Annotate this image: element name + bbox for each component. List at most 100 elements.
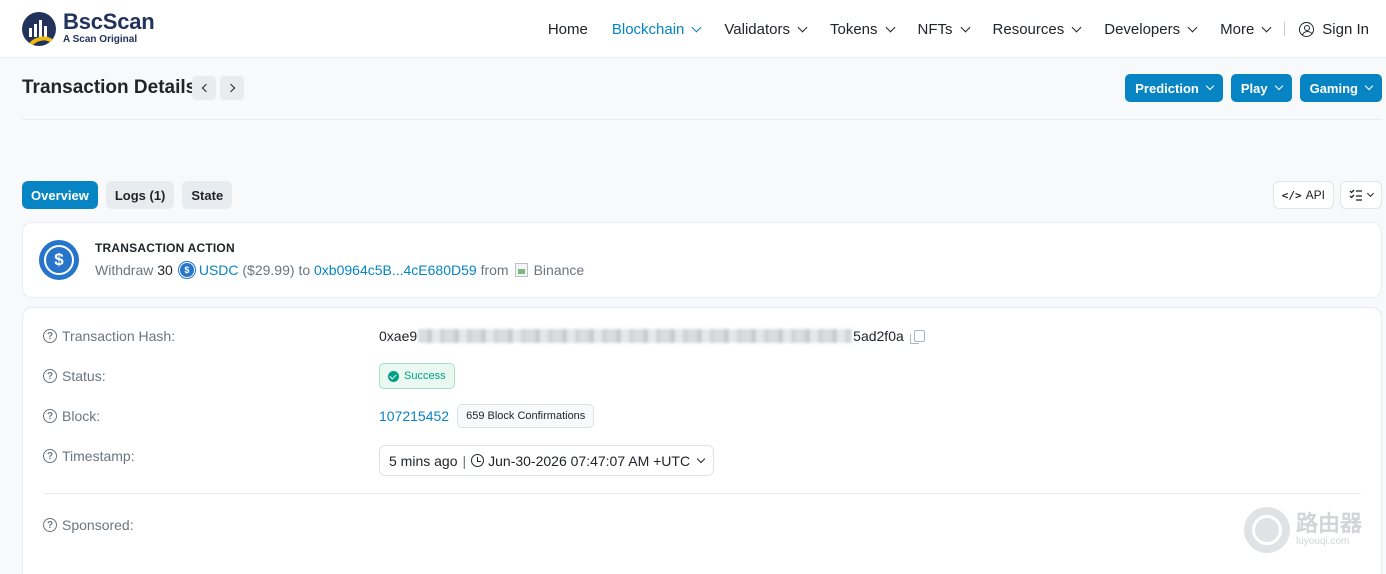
- chevron-down-icon: [1187, 22, 1198, 32]
- play-label: Play: [1240, 80, 1268, 96]
- question-circle-icon: ?: [43, 518, 57, 532]
- view-options-button[interactable]: [1340, 181, 1382, 209]
- action-usd-value: ($29.99): [242, 262, 295, 278]
- next-transaction-button[interactable]: [220, 76, 244, 100]
- timestamp-separator: |: [462, 452, 467, 469]
- hash-prefix: 0xae9: [379, 328, 418, 344]
- clock-icon: [471, 454, 485, 467]
- timestamp-relative: 5 mins ago: [389, 452, 458, 469]
- nav-home-label: Home: [547, 20, 588, 38]
- token-link[interactable]: USDC: [199, 262, 239, 278]
- usdc-small-icon: $: [178, 262, 195, 278]
- nav-more[interactable]: More: [1220, 20, 1272, 38]
- gaming-button[interactable]: Gaming: [1299, 74, 1382, 102]
- timestamp-value: 5 mins ago | Jun-30-2026 07:47:07 AM +UT…: [379, 445, 715, 476]
- transaction-action-summary: Withdraw 30 $ USDC ($29.99) to 0xb0964c5…: [95, 262, 584, 278]
- code-icon: </>: [1281, 188, 1302, 202]
- nav-blockchain[interactable]: Blockchain: [611, 20, 702, 38]
- chevron-left-icon: [201, 83, 210, 93]
- sign-in-link[interactable]: Sign In: [1299, 21, 1369, 38]
- page-title: Transaction Details: [22, 77, 197, 98]
- tab-state[interactable]: State: [182, 181, 233, 209]
- timestamp-label: Timestamp:: [62, 448, 135, 464]
- bscscan-logo[interactable]: BscScan A Scan Original: [22, 11, 155, 46]
- nav-resources-label: Resources: [992, 20, 1065, 38]
- api-button[interactable]: </> API: [1272, 181, 1334, 209]
- nav-developers-label: Developers: [1104, 20, 1181, 38]
- tab-logs[interactable]: Logs (1): [105, 181, 175, 209]
- action-verb: Withdraw: [95, 262, 154, 278]
- prediction-button[interactable]: Prediction: [1125, 74, 1223, 102]
- details-divider: [43, 493, 1361, 494]
- to-address-link[interactable]: 0xb0964c5B...4cE680D59: [314, 262, 477, 278]
- main-nav: Home Blockchain Validators Tokens NFTs R…: [524, 0, 1369, 58]
- chevron-down-icon: [960, 22, 970, 32]
- play-button[interactable]: Play: [1230, 74, 1292, 102]
- nav-developers[interactable]: Developers: [1104, 20, 1198, 38]
- action-amount: 30: [157, 262, 173, 278]
- copy-icon[interactable]: [909, 330, 925, 344]
- chevron-down-icon: [1071, 22, 1082, 32]
- timestamp-toggle[interactable]: 5 mins ago | Jun-30-2026 07:47:07 AM +UT…: [379, 445, 715, 476]
- block-number-link[interactable]: 107215452: [379, 408, 449, 424]
- hash-redacted: [418, 329, 853, 343]
- nav-tokens-label: Tokens: [830, 20, 878, 38]
- usdc-token-icon: $: [39, 240, 79, 280]
- status-text: Success: [404, 370, 446, 382]
- chevron-right-icon: [226, 83, 235, 93]
- action-from-word: from: [480, 262, 509, 278]
- status-label: Status:: [62, 368, 106, 384]
- nav-validators-label: Validators: [724, 20, 790, 38]
- title-divider: [22, 119, 1382, 120]
- block-confirmations-badge: 659 Block Confirmations: [457, 404, 595, 428]
- tab-overview[interactable]: Overview: [22, 181, 98, 209]
- chevron-down-icon: [1274, 81, 1283, 91]
- transaction-action-card: $ TRANSACTION ACTION Withdraw 30 $ USDC …: [22, 222, 1382, 298]
- promo-buttons: Prediction Play Gaming: [1125, 74, 1382, 102]
- router-logo-icon: [1244, 507, 1290, 553]
- nav-tokens[interactable]: Tokens: [830, 20, 895, 38]
- top-navbar: BscScan A Scan Original Home Blockchain …: [0, 0, 1386, 58]
- nav-nfts[interactable]: NFTs: [917, 20, 970, 38]
- nav-resources[interactable]: Resources: [992, 20, 1082, 38]
- watermark-url: luyouqi.com: [1296, 536, 1350, 547]
- nav-divider: [1284, 22, 1286, 36]
- watermark-text: 路由器: [1296, 511, 1363, 536]
- nav-more-label: More: [1220, 20, 1255, 38]
- chevron-down-icon: [1261, 22, 1272, 32]
- nav-nfts-label: NFTs: [917, 20, 953, 38]
- sign-in-label: Sign In: [1322, 20, 1369, 38]
- status-badge: Success: [379, 363, 455, 389]
- hash-row-label: ? Transaction Hash:: [43, 328, 175, 344]
- checklist-icon: [1349, 189, 1362, 201]
- gaming-label: Gaming: [1309, 80, 1358, 96]
- block-value: 107215452 659 Block Confirmations: [379, 404, 595, 428]
- previous-transaction-button[interactable]: [192, 76, 216, 100]
- chevron-down-icon: [696, 454, 706, 463]
- action-to-word: to: [298, 262, 311, 278]
- prediction-label: Prediction: [1135, 80, 1199, 96]
- sponsored-row-label: ? Sponsored:: [43, 517, 134, 533]
- site-watermark: 路由器 luyouqi.com: [1244, 507, 1362, 553]
- status-row-label: ? Status:: [43, 368, 106, 384]
- transaction-pager: [192, 76, 244, 100]
- nav-validators[interactable]: Validators: [724, 20, 808, 38]
- brand-tagline: A Scan Original: [63, 34, 138, 45]
- nav-blockchain-label: Blockchain: [611, 20, 685, 38]
- chevron-down-icon: [1205, 81, 1215, 91]
- chevron-down-icon: [1364, 81, 1374, 91]
- block-label: Block:: [62, 408, 101, 424]
- timestamp-absolute: Jun-30-2026 07:47:07 AM +UTC: [488, 452, 691, 469]
- question-circle-icon: ?: [43, 369, 57, 383]
- chevron-down-icon: [797, 22, 808, 32]
- transaction-details-card: ? Transaction Hash: 0xae9 5ad2f0a ? Stat…: [22, 307, 1382, 574]
- timestamp-row-label: ? Timestamp:: [43, 448, 135, 464]
- user-circle-icon: [1299, 21, 1315, 37]
- block-row-label: ? Block:: [43, 408, 100, 424]
- detail-tabs: Overview Logs (1) State: [22, 181, 233, 209]
- nav-home[interactable]: Home: [548, 21, 588, 38]
- transaction-action-heading: TRANSACTION ACTION: [95, 241, 235, 255]
- chevron-down-icon: [1366, 189, 1375, 198]
- hash-suffix: 5ad2f0a: [853, 328, 904, 344]
- bscscan-logo-icon: [22, 11, 56, 46]
